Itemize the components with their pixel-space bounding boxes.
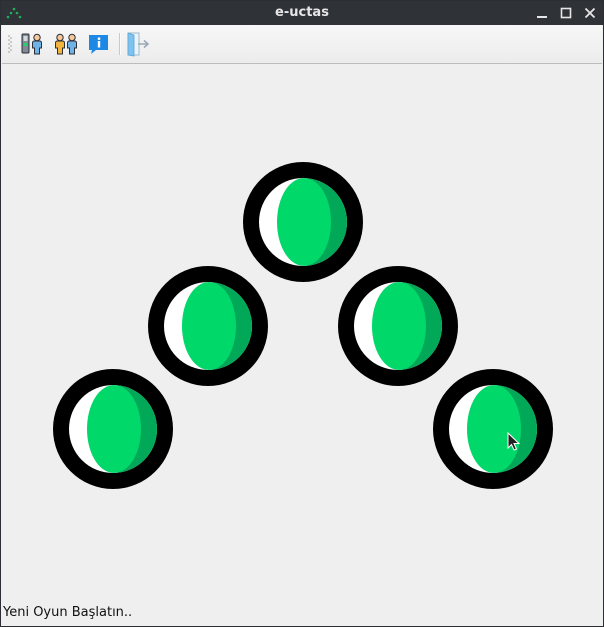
game-piece[interactable]: [52, 368, 174, 490]
info-icon: [89, 35, 108, 54]
maximize-button[interactable]: [557, 4, 575, 22]
toolbar-grip-icon[interactable]: [8, 34, 12, 54]
title-bar[interactable]: e-uctas: [1, 1, 603, 25]
one-player-button[interactable]: [19, 31, 45, 57]
close-button[interactable]: [581, 4, 599, 22]
piece-graphic: [53, 369, 173, 489]
minimize-icon: [537, 16, 547, 18]
window-controls: [533, 4, 599, 22]
window-title: e-uctas: [275, 5, 329, 20]
piece-graphic: [433, 369, 553, 489]
game-board: [2, 64, 602, 606]
toolbar-separator: [119, 33, 121, 55]
one-player-icon: [21, 33, 42, 55]
toolbar: [2, 25, 602, 64]
exit-button[interactable]: [125, 31, 151, 57]
two-players-button[interactable]: [53, 31, 79, 57]
info-button[interactable]: [86, 31, 112, 57]
two-players-icon: [55, 33, 77, 55]
status-bar: Yeni Oyun Başlatın..: [3, 605, 133, 620]
exit-icon: [127, 32, 150, 57]
close-icon: [584, 7, 596, 19]
game-window: e-uctas Yeni Oyun Başlatın..: [0, 0, 604, 627]
mouse-cursor-icon: [507, 432, 521, 451]
game-piece[interactable]: [432, 368, 554, 490]
minimize-button[interactable]: [533, 4, 551, 22]
maximize-icon: [560, 7, 572, 19]
